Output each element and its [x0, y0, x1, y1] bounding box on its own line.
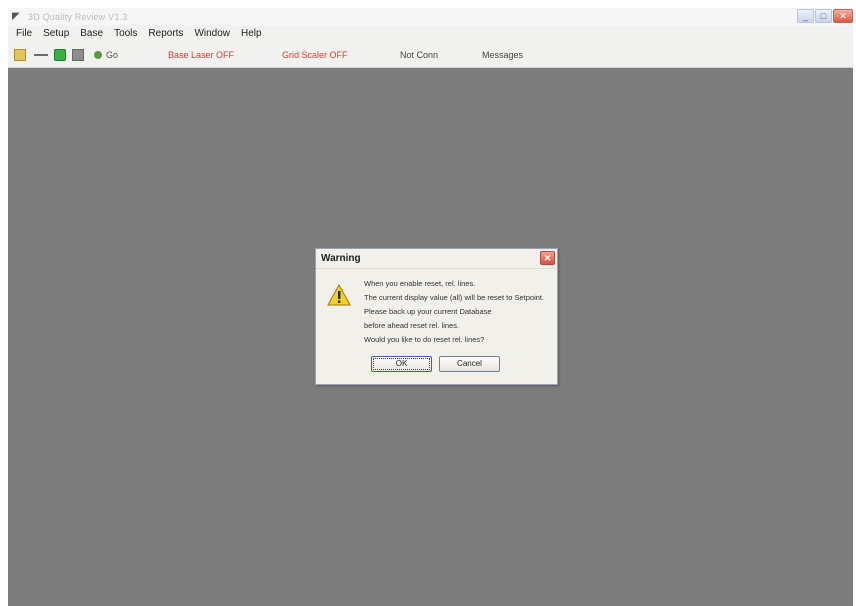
- toolbar: Go Base Laser OFF Grid Scaler OFF Not Co…: [8, 42, 853, 68]
- status-grid-scaler[interactable]: Grid Scaler OFF: [282, 50, 348, 60]
- menu-help[interactable]: Help: [238, 28, 265, 39]
- dialog-message: When you enable reset, rel. lines. The c…: [364, 277, 552, 347]
- open-folder-icon[interactable]: [14, 48, 26, 61]
- status-base-laser[interactable]: Base Laser OFF: [168, 50, 234, 60]
- dash-icon[interactable]: [34, 53, 48, 56]
- message-line: The current display value (all) will be …: [364, 293, 545, 302]
- dialog-title-bar: Warning ✕: [316, 249, 557, 269]
- warning-icon: [327, 284, 351, 306]
- message-line: Please back up your current Database: [364, 307, 492, 316]
- menu-setup[interactable]: Setup: [40, 28, 72, 39]
- title-bar: ◤ 3D Quality Review V1.3 _ □ ✕: [8, 8, 853, 25]
- menu-tools[interactable]: Tools: [111, 28, 140, 39]
- ok-button[interactable]: OK: [371, 356, 432, 372]
- app-icon: ◤: [12, 10, 20, 22]
- connection-status[interactable]: Not Conn: [400, 50, 438, 60]
- menu-file[interactable]: File: [13, 28, 35, 39]
- close-window-button[interactable]: ✕: [833, 9, 853, 23]
- message-line: before ahead reset rel. lines.: [364, 321, 460, 330]
- dialog-close-button[interactable]: ✕: [540, 251, 555, 265]
- connect-icon[interactable]: [94, 50, 102, 59]
- connect-label[interactable]: Go: [106, 50, 118, 60]
- messages-button[interactable]: Messages: [482, 50, 523, 60]
- menu-window[interactable]: Window: [191, 28, 233, 39]
- dialog-title: Warning: [321, 253, 361, 264]
- menu-reports[interactable]: Reports: [145, 28, 186, 39]
- cancel-button[interactable]: Cancel: [439, 356, 500, 372]
- minimize-button[interactable]: _: [797, 9, 814, 23]
- maximize-button[interactable]: □: [815, 9, 832, 23]
- stop-icon[interactable]: [72, 48, 84, 61]
- menu-bar: File Setup Base Tools Reports Window Hel…: [8, 25, 853, 42]
- window-controls: _ □ ✕: [797, 9, 853, 23]
- window-title: 3D Quality Review V1.3: [28, 11, 128, 22]
- message-line: When you enable reset, rel. lines.: [364, 279, 476, 288]
- start-icon[interactable]: [54, 48, 66, 61]
- app-window: ◤ 3D Quality Review V1.3 _ □ ✕ File Setu…: [8, 8, 853, 606]
- warning-dialog: Warning ✕ When you enable reset, rel. li…: [315, 248, 558, 385]
- menu-base[interactable]: Base: [77, 28, 106, 39]
- message-line: Would you like to do reset rel. lines?: [364, 335, 485, 344]
